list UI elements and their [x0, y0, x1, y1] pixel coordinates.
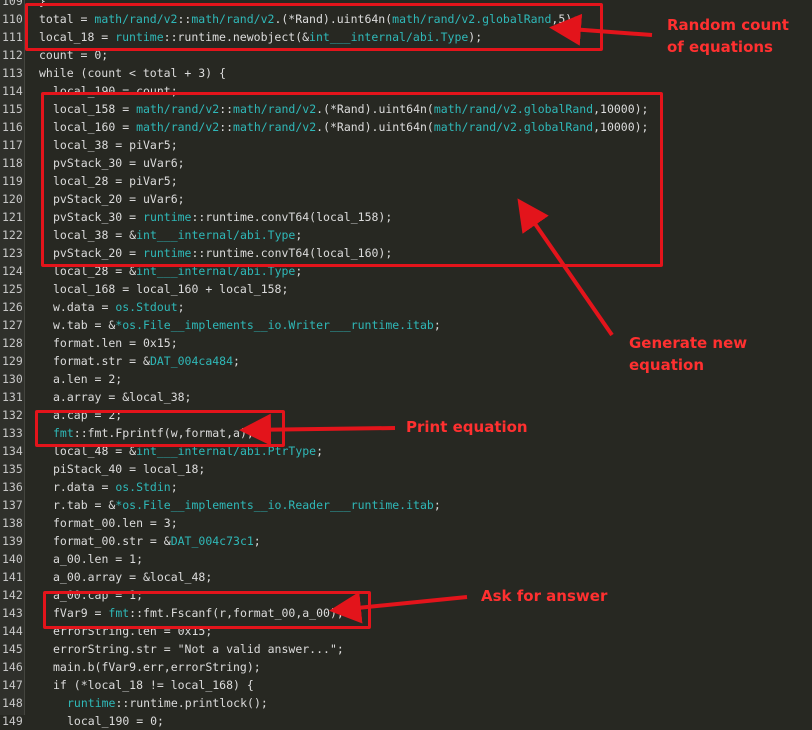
annotation-ask-answer: Ask for answer [481, 587, 608, 605]
arrow-generate-equation [517, 198, 614, 337]
annotation-generate-equation: Generate new equation [629, 334, 748, 374]
arrow-ask-answer [329, 591, 468, 624]
arrow-print-equation [239, 413, 396, 446]
arrow-random-count [549, 13, 653, 46]
annotation-random-count: Random count of equations [667, 16, 789, 56]
annotation-print-equation: Print equation [406, 418, 528, 436]
